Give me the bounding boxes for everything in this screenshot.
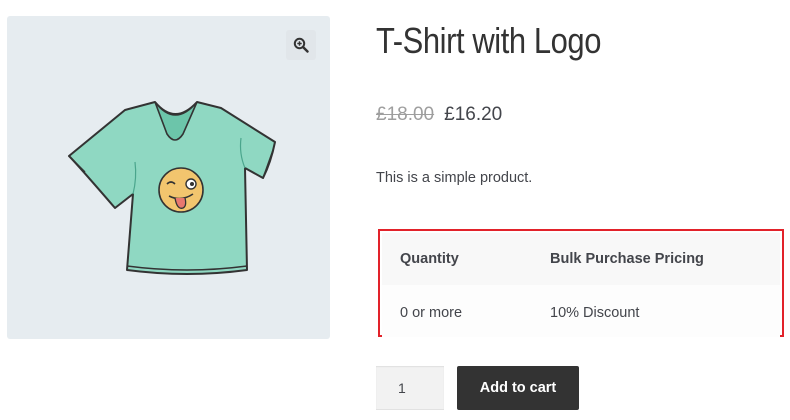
product-gallery <box>7 16 330 339</box>
product-price: £18.00 £16.20 <box>376 104 502 126</box>
cell-discount: 10% Discount <box>532 285 780 337</box>
product-image[interactable] <box>63 98 285 288</box>
column-header-quantity: Quantity <box>382 233 532 285</box>
add-to-cart-button[interactable]: Add to cart <box>457 366 579 410</box>
bulk-pricing-table: Quantity Bulk Purchase Pricing 0 or more… <box>382 233 780 337</box>
emoji-logo-graphic <box>158 167 204 213</box>
product-title: T-Shirt with Logo <box>376 20 601 61</box>
table-row: 0 or more 10% Discount <box>382 285 780 337</box>
table-header-row: Quantity Bulk Purchase Pricing <box>382 233 780 285</box>
bulk-pricing-highlight: Quantity Bulk Purchase Pricing 0 or more… <box>378 229 784 337</box>
quantity-input[interactable] <box>376 366 444 410</box>
cell-quantity: 0 or more <box>382 285 532 337</box>
regular-price: £18.00 <box>376 104 435 125</box>
column-header-pricing: Bulk Purchase Pricing <box>532 233 780 285</box>
zoom-button[interactable] <box>286 30 316 60</box>
magnifier-plus-icon <box>293 37 309 53</box>
sale-price: £16.20 <box>444 104 503 125</box>
product-description: This is a simple product. <box>376 170 533 186</box>
